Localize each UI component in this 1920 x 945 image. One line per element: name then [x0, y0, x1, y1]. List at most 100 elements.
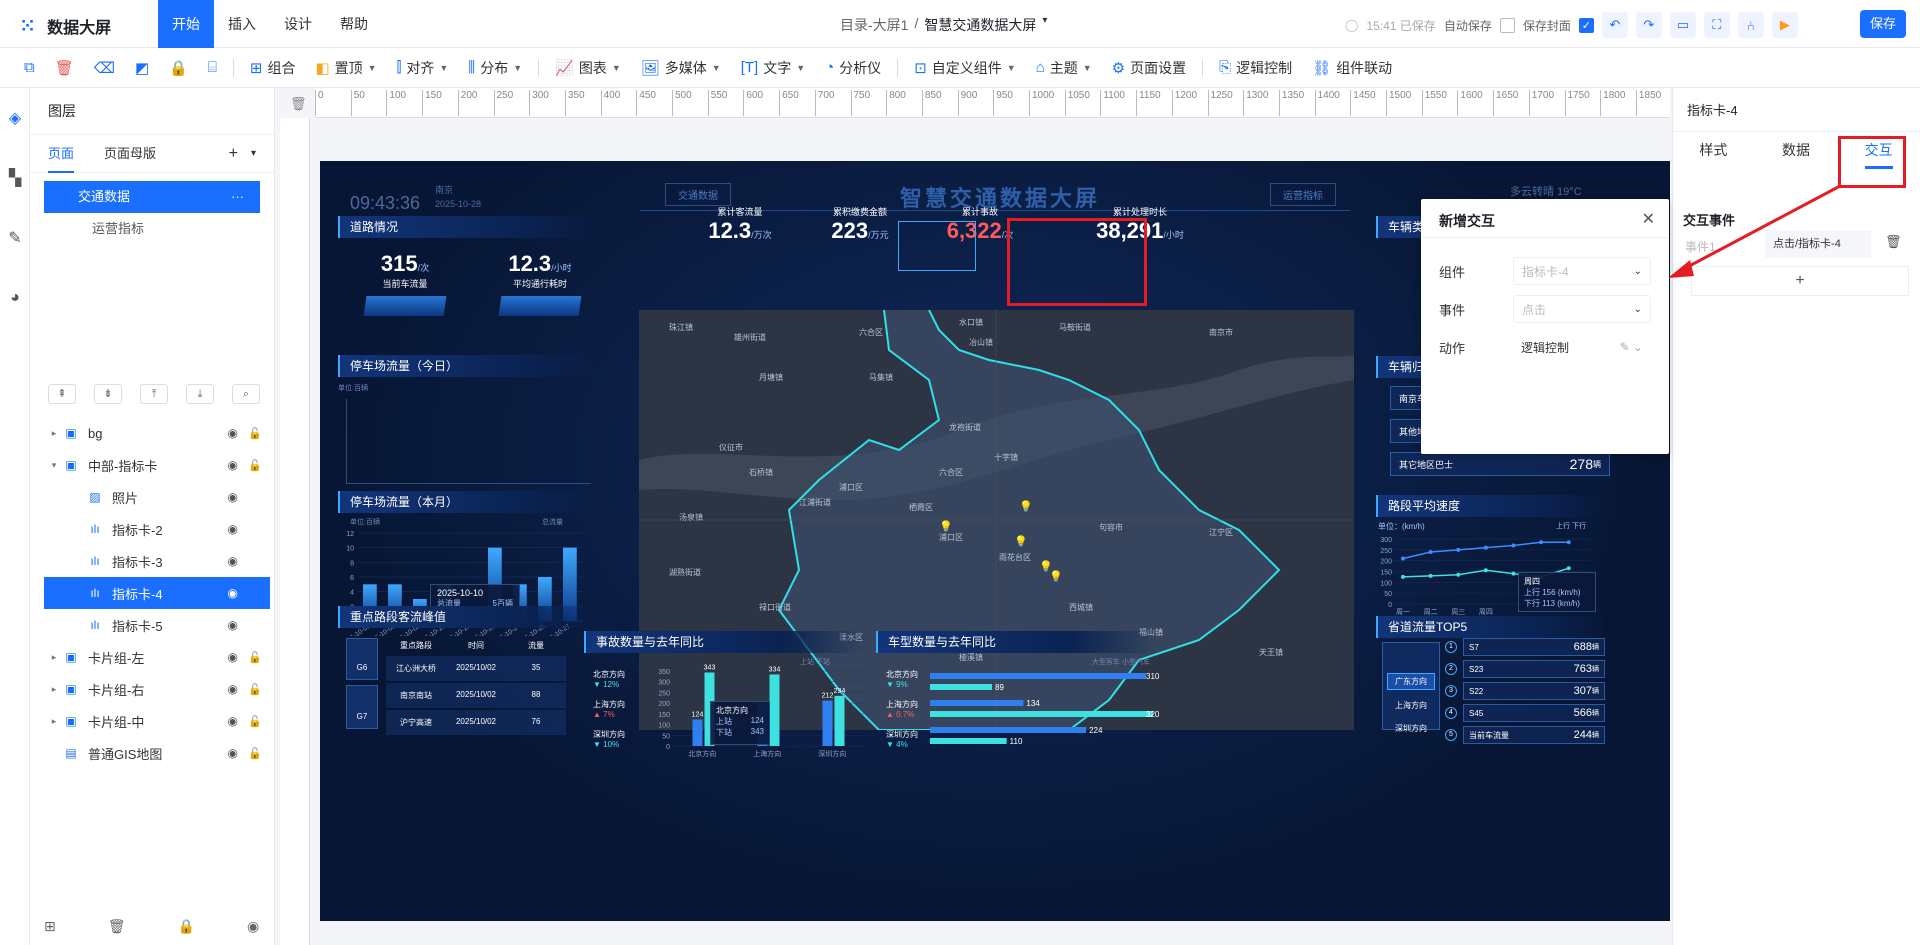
unlock-icon[interactable]: 🔓 [248, 715, 262, 728]
magic-wand-icon[interactable]: ✎ [0, 208, 30, 268]
play-icon[interactable]: ▶ [1771, 12, 1798, 38]
bring-to-top-icon[interactable]: ⤒ [140, 384, 168, 404]
undo-icon[interactable]: ↶ [1601, 12, 1628, 38]
eye-icon[interactable]: ◉ [228, 426, 238, 440]
breadcrumb-current[interactable]: 智慧交通数据大屏 [924, 15, 1036, 35]
expand-icon[interactable]: ▸ [46, 428, 62, 439]
direction-button[interactable]: 深圳方向 [1387, 721, 1435, 736]
component-link-button[interactable]: ⛓ 组件联动 [1302, 58, 1402, 78]
page-settings-button[interactable]: ⚙ 页面设置 [1102, 58, 1196, 78]
lock-icon[interactable]: 🔒 [178, 918, 195, 935]
layer-item[interactable]: ılı 指标卡-2 ◉ [44, 513, 270, 545]
menu-insert[interactable]: 插入 [214, 0, 270, 48]
pie-chart-icon[interactable]: ◕ [0, 268, 30, 328]
delete-icon[interactable]: 🗑 [45, 59, 84, 77]
event-select[interactable]: 点击 ⌄ [1513, 295, 1651, 323]
expand-icon[interactable]: ▾ [46, 460, 62, 471]
expand-icon[interactable]: ▸ [46, 652, 62, 663]
page-item-traffic[interactable]: 交通数据 ··· [44, 181, 260, 213]
menu-help[interactable]: 帮助 [326, 0, 382, 48]
layers-icon[interactable]: ◈ [0, 88, 30, 148]
layer-item[interactable]: ▸ ▣ 卡片组-左 ◉ 🔓 [44, 641, 270, 673]
layer-item[interactable]: ılı 指标卡-3 ◉ [44, 545, 270, 577]
save-button[interactable]: 保存 [1860, 10, 1906, 38]
eye-icon[interactable]: ◉ [228, 554, 238, 568]
unlock-icon[interactable]: 🔓 [248, 747, 262, 760]
action-select[interactable]: 逻辑控制 ✎ ⌄ [1513, 333, 1651, 361]
unlock-icon[interactable]: 🔓 [248, 459, 262, 472]
layer-item[interactable]: ▾ ▣ 中部-指标卡 ◉ 🔓 [44, 449, 270, 481]
eye-icon[interactable]: ◉ [228, 490, 238, 504]
page-item-operation[interactable]: 运营指标 [44, 213, 260, 245]
chevron-down-icon[interactable]: ▾ [251, 148, 256, 159]
theme-button[interactable]: ⌂ 主题 ▼ [1026, 58, 1102, 78]
trash-icon[interactable]: 🗑 [108, 918, 126, 935]
cover-checkbox[interactable]: ✓ [1578, 17, 1594, 33]
unlock-icon[interactable]: 🔓 [248, 651, 262, 664]
eye-icon[interactable]: ◉ [228, 522, 238, 536]
eye-icon[interactable]: ◉ [228, 586, 238, 600]
eye-icon[interactable]: ◉ [228, 650, 238, 664]
eye-icon[interactable]: ◉ [228, 618, 238, 632]
more-icon[interactable]: ··· [231, 181, 244, 213]
preview-screen-icon[interactable]: ▭ [1669, 12, 1696, 38]
expand-icon[interactable]: ▸ [46, 684, 62, 695]
format-brush-icon[interactable]: ◩ [125, 59, 159, 77]
menu-start[interactable]: 开始 [158, 0, 214, 48]
autosave-checkbox[interactable] [1499, 17, 1515, 33]
layer-item[interactable]: ▨ 照片 ◉ [44, 481, 270, 513]
breadcrumb-parent[interactable]: 目录-大屏1 [840, 15, 908, 35]
fullscreen-icon[interactable]: ⛶ [1703, 12, 1730, 38]
direction-button[interactable]: 上海方向 [1387, 698, 1435, 713]
tab-page-master[interactable]: 页面母版 [104, 135, 156, 173]
table-row[interactable]: 沪宁高速 2025/10/02 76 [386, 710, 566, 735]
layer-item[interactable]: ▤ 普通GIS地图 ◉ 🔓 [44, 737, 270, 769]
eye-icon[interactable]: ◉ [228, 682, 238, 696]
close-icon[interactable]: ✕ [1642, 209, 1655, 229]
distribute-button[interactable]: ⫼ 分布 ▼ [458, 58, 532, 78]
new-folder-icon[interactable]: ⊞ [44, 918, 56, 935]
layer-item[interactable]: ▸ ▣ 卡片组-右 ◉ 🔓 [44, 673, 270, 705]
component-select[interactable]: 指标卡-4 ⌄ [1513, 257, 1651, 285]
media-button[interactable]: 🖼 多媒体 ▼ [631, 58, 731, 78]
custom-component-button[interactable]: ⊡ 自定义组件 ▼ [904, 58, 1026, 78]
move-down-icon[interactable]: ⇟ [94, 384, 122, 404]
components-icon[interactable]: ▚ [0, 148, 30, 208]
send-to-bottom-icon[interactable]: ⤓ [186, 384, 214, 404]
copy-icon[interactable]: ⧉ [14, 59, 45, 76]
analyzer-button[interactable]: ◔ 分析仪 [815, 58, 891, 78]
layer-item[interactable]: ▸ ▣ bg ◉ 🔓 [44, 417, 270, 449]
app-logo[interactable]: ⁙ 数据大屏 [20, 14, 111, 38]
group-button[interactable]: ⊞ 组合 [240, 58, 306, 78]
menu-design[interactable]: 设计 [270, 0, 326, 48]
align-button[interactable]: ⫿ 对齐 ▼ [387, 58, 459, 78]
selection-box[interactable] [898, 221, 976, 271]
unlock-icon[interactable]: 🔓 [248, 683, 262, 696]
eye-icon[interactable]: ◉ [228, 458, 238, 472]
kpi-card[interactable]: 累计客流量 12.3/万次 [680, 205, 800, 244]
eye-icon[interactable]: ◉ [247, 918, 259, 935]
add-icon[interactable]: + [229, 145, 238, 163]
logic-control-button[interactable]: ⎘ 逻辑控制 [1209, 58, 1302, 78]
expand-icon[interactable]: ▸ [46, 716, 62, 727]
tab-pages[interactable]: 页面 [48, 135, 75, 173]
clear-icon[interactable]: ⌸ [198, 59, 227, 76]
layer-item[interactable]: ılı 指标卡-4 ◉ [44, 577, 270, 609]
ruler-trash-icon[interactable]: 🗑 [290, 96, 307, 112]
bring-top-button[interactable]: ◧ 置顶 ▼ [305, 58, 386, 78]
share-icon[interactable]: ⑃ [1737, 12, 1764, 38]
chevron-down-icon[interactable]: ▾ [1042, 15, 1047, 35]
eye-icon[interactable]: ◉ [228, 714, 238, 728]
tab-style[interactable]: 样式 [1699, 140, 1727, 169]
layer-item[interactable]: ▸ ▣ 卡片组-中 ◉ 🔓 [44, 705, 270, 737]
direction-button[interactable]: 广东方向 [1387, 673, 1435, 690]
table-row[interactable]: 江心洲大桥 2025/10/02 35 [386, 656, 566, 681]
grid-menu-icon[interactable]: ⁙ [20, 16, 35, 37]
delete-event-icon[interactable]: 🗑 [1885, 234, 1902, 250]
redo-icon[interactable]: ↷ [1635, 12, 1662, 38]
move-up-icon[interactable]: ⇞ [48, 384, 76, 404]
text-button[interactable]: [T] 文字 ▼ [731, 58, 815, 78]
unlock-icon[interactable]: 🔓 [248, 427, 262, 440]
lock-icon[interactable]: 🔒 [159, 59, 198, 77]
eraser-icon[interactable]: ⌫ [84, 59, 125, 77]
